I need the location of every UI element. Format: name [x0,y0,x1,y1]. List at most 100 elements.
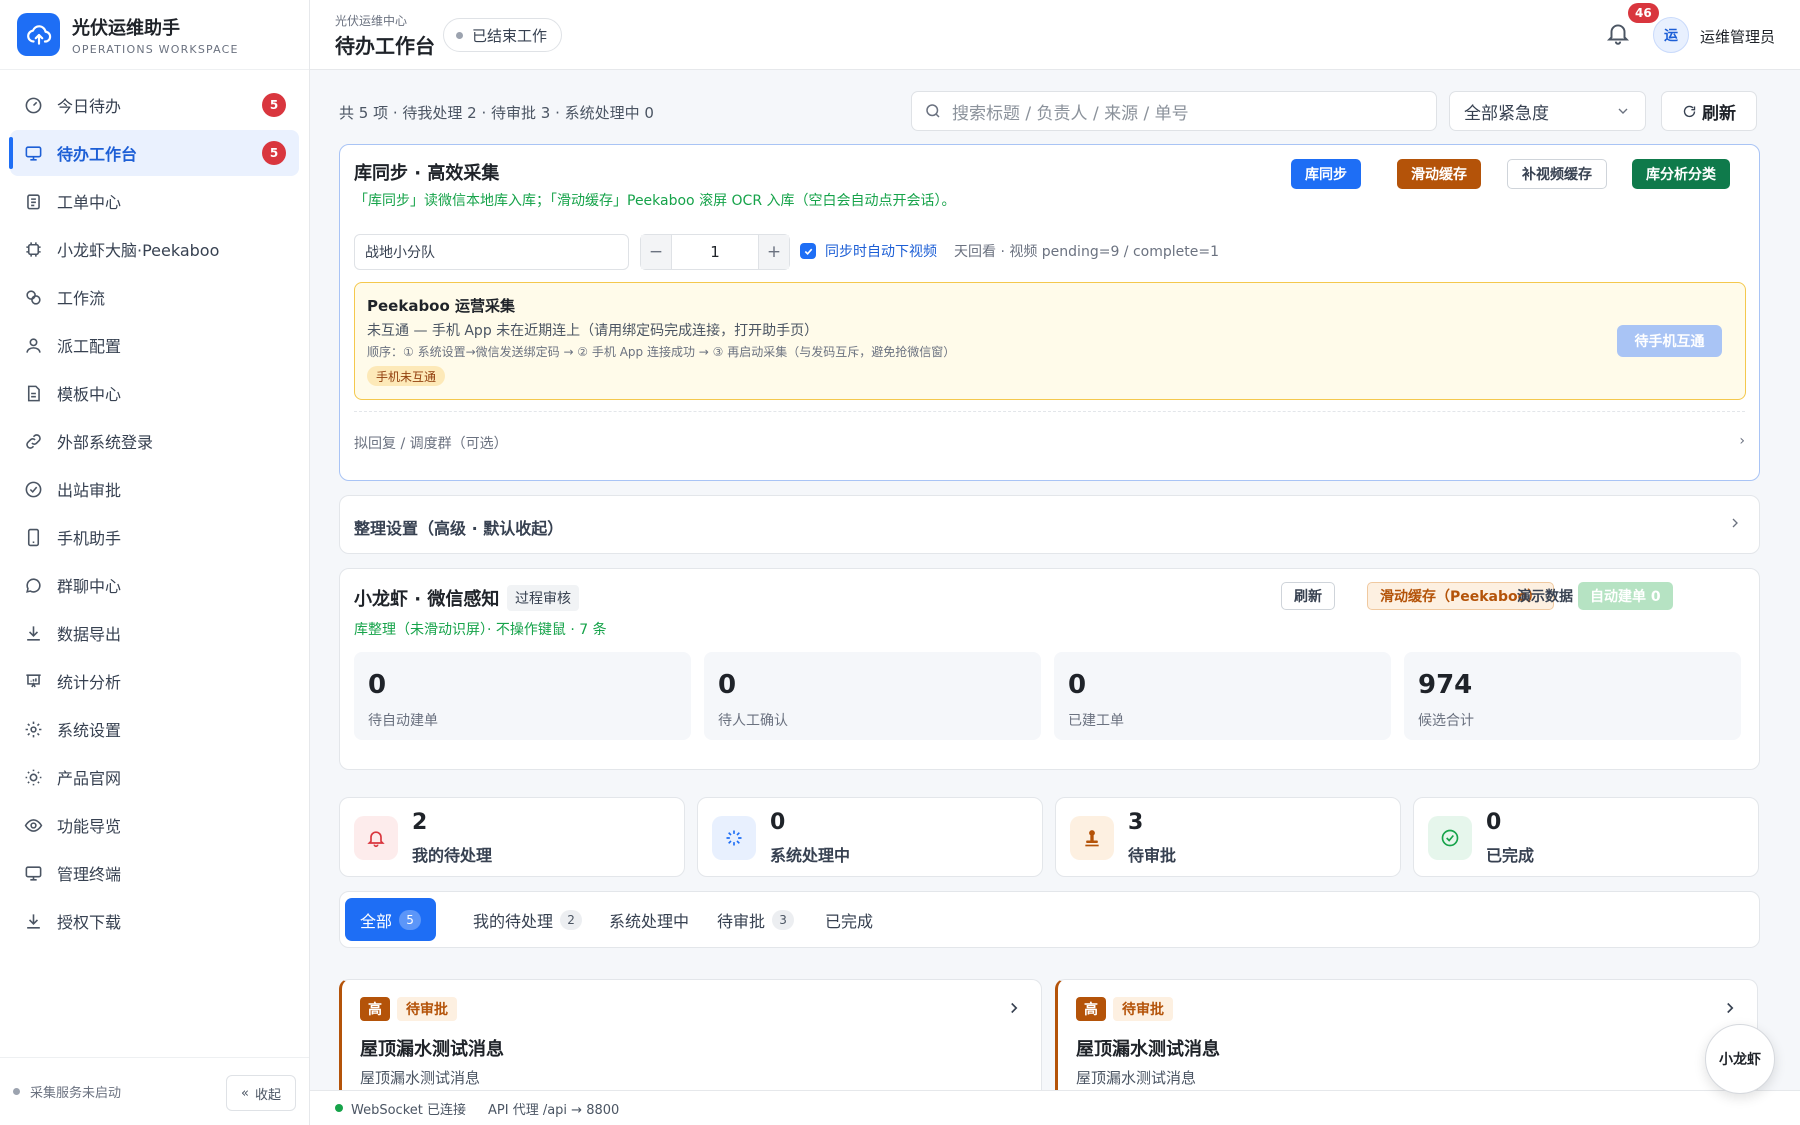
download-icon [23,623,43,643]
urgency-select[interactable]: 全部紧急度 [1449,91,1646,131]
peekaboo-order-hint: 顺序：① 系统设置→微信发送绑定码 → ② 手机 App 连接成功 → ③ 再启… [367,345,956,359]
sidebar-item-label: 工单中心 [57,193,122,212]
sidebar-nav: 今日待办 5 待办工作台 5 工单中心 小龙虾大脑·Peekaboo 工作流 派… [0,70,309,944]
kpi-value: 2 [412,810,428,835]
kpi-my-pending[interactable]: 2 我的待处理 [339,797,685,877]
auto-video-checkbox[interactable] [800,243,816,259]
tab-completed[interactable]: 已完成 [810,898,888,941]
download-icon [23,911,43,931]
kpi-value: 3 [1128,810,1144,835]
kpi-system-processing[interactable]: 0 系统处理中 [697,797,1043,877]
reply-group-row[interactable]: 拟回复 / 调度群（可选） › [354,433,1745,453]
sidebar-item-workflow[interactable]: 工作流 [10,274,299,320]
sidebar-item-phone[interactable]: 手机助手 [10,514,299,560]
sidebar-item-label: 系统设置 [57,721,122,740]
document-icon [23,383,43,403]
await-phone-button[interactable]: 待手机互通 [1617,325,1722,357]
page-title: 待办工作台 [335,34,435,58]
tab-my-pending[interactable]: 我的待处理 2 [458,898,597,941]
work-status-label: 已结束工作 [472,26,548,45]
video-status: 天回看 · 视频 pending=9 / complete=1 [954,244,1219,260]
search-placeholder: 搜索标题 / 负责人 / 来源 / 单号 [952,103,1189,124]
increment-button[interactable]: + [759,235,789,269]
sidebar-item-settings[interactable]: 系统设置 [10,706,299,752]
tab-system-processing[interactable]: 系统处理中 [594,898,704,941]
sidebar-item-today[interactable]: 今日待办 5 [10,82,299,128]
stat-value: 0 [1068,670,1087,700]
sidebar-item-templates[interactable]: 模板中心 [10,370,299,416]
sidebar-item-license-download[interactable]: 授权下载 [10,898,299,944]
task-card[interactable]: 高 待审批 屋顶漏水测试消息 屋顶漏水测试消息 [1055,979,1758,1090]
sidebar-item-label: 群聊中心 [57,577,122,596]
sidebar-item-brain[interactable]: 小龙虾大脑·Peekaboo [10,226,299,272]
link-icon [23,431,43,451]
search-input[interactable]: 搜索标题 / 负责人 / 来源 / 单号 [911,91,1437,131]
status-dot [13,1088,20,1095]
sidebar-footer: 采集服务未启动 « 收起 [0,1057,309,1125]
chevron-right-icon: › [1739,433,1745,449]
reply-group-label: 拟回复 / 调度群（可选） [354,436,508,452]
sidebar-item-dispatch[interactable]: 派工配置 [10,322,299,368]
brand-subtitle: OPERATIONS WORKSPACE [72,42,239,56]
sidebar-item-label: 外部系统登录 [57,433,154,452]
tab-count: 2 [560,909,583,930]
sidebar-item-group-chat[interactable]: 群聊中心 [10,562,299,608]
kpi-value: 0 [1486,810,1502,835]
sidebar-item-external-login[interactable]: 外部系统登录 [10,418,299,464]
filter-tabs: 全部 5 我的待处理 2 系统处理中 待审批 3 已完成 [339,891,1760,948]
auto-video-label[interactable]: 同步时自动下视频 [825,241,937,261]
organize-settings-panel[interactable]: 整理设置（高级 · 默认收起） [339,495,1760,554]
monitor-icon [23,863,43,883]
stat-label: 待人工确认 [718,713,788,729]
db-sync-button[interactable]: 库同步 [1291,159,1361,189]
tab-pending-approval[interactable]: 待审批 3 [702,898,809,941]
sidebar-item-export[interactable]: 数据导出 [10,610,299,656]
stepper-value[interactable]: 1 [671,235,759,269]
auto-create-button[interactable]: 自动建单 0 [1578,582,1673,610]
chevron-right-icon[interactable] [1721,999,1739,1021]
brand[interactable]: 光伏运维助手 OPERATIONS WORKSPACE [0,0,309,70]
tab-label: 已完成 [825,911,874,931]
chevron-right-icon[interactable] [1005,999,1023,1021]
checkmark-icon [804,248,812,255]
kpi-pending-approval[interactable]: 3 待审批 [1055,797,1401,877]
sidebar-item-label: 产品官网 [57,769,122,788]
phone-icon [23,527,43,547]
chevron-right-icon [1727,515,1743,535]
divider [354,411,1745,412]
kpi-label: 我的待处理 [412,846,493,865]
decrement-button[interactable]: − [641,235,671,269]
task-card[interactable]: 高 待审批 屋顶漏水测试消息 屋顶漏水测试消息 [339,979,1042,1090]
task-title: 屋顶漏水测试消息 [360,1039,504,1060]
bell-icon[interactable] [1605,20,1633,48]
avatar[interactable]: 运 [1653,17,1689,53]
collapse-button[interactable]: « 收起 [226,1075,296,1111]
search-icon [926,104,940,118]
video-cache-button[interactable]: 补视频缓存 [1507,159,1607,189]
team-input[interactable]: 战地小分队 [354,234,629,270]
tab-all[interactable]: 全部 5 [345,898,437,941]
sidebar-item-website[interactable]: 产品官网 [10,754,299,800]
monitor-icon [23,143,43,163]
sidebar-item-outbound-approval[interactable]: 出站审批 [10,466,299,512]
kpi-label: 已完成 [1486,846,1535,865]
db-analyze-button[interactable]: 库分析分类 [1632,159,1730,189]
urgency-value: 全部紧急度 [1464,103,1549,124]
stat-label: 待自动建单 [368,713,438,729]
sidebar-item-terminal[interactable]: 管理终端 [10,850,299,896]
status-badge: 待审批 [1113,997,1173,1021]
sidebar-item-workbench[interactable]: 待办工作台 5 [9,130,299,176]
sidebar-item-label: 管理终端 [57,865,122,884]
sidebar-item-tickets[interactable]: 工单中心 [10,178,299,224]
refresh-button[interactable]: 刷新 [1661,91,1757,131]
work-status-pill[interactable]: 已结束工作 [443,18,563,52]
kpi-completed[interactable]: 0 已完成 [1413,797,1759,877]
sidebar-item-stats[interactable]: 统计分析 [10,658,299,704]
demo-data-link[interactable]: 演示数据 [1517,586,1573,606]
sidebar-item-tour[interactable]: 功能导览 [10,802,299,848]
username[interactable]: 运维管理员 [1700,26,1775,47]
wechat-refresh-button[interactable]: 刷新 [1281,582,1335,610]
scroll-cache-button[interactable]: 滑动缓存 [1397,159,1481,189]
assistant-float-button[interactable]: 小龙虾 [1705,1024,1775,1094]
days-stepper[interactable]: − 1 + [640,234,790,270]
